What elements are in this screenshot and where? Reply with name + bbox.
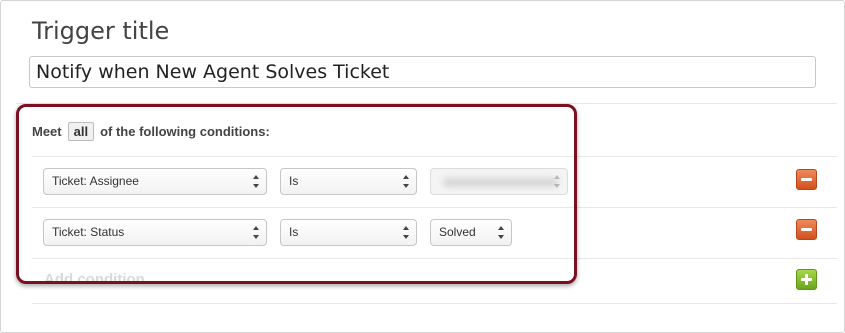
conditions-highlight-box	[16, 104, 577, 284]
remove-condition-button[interactable]	[796, 219, 817, 240]
remove-condition-button[interactable]	[796, 169, 817, 190]
trigger-title-input[interactable]: Notify when New Agent Solves Ticket	[29, 56, 816, 88]
row-divider	[32, 303, 837, 304]
add-condition-button[interactable]	[796, 269, 817, 290]
trigger-title-label: Trigger title	[32, 17, 170, 45]
